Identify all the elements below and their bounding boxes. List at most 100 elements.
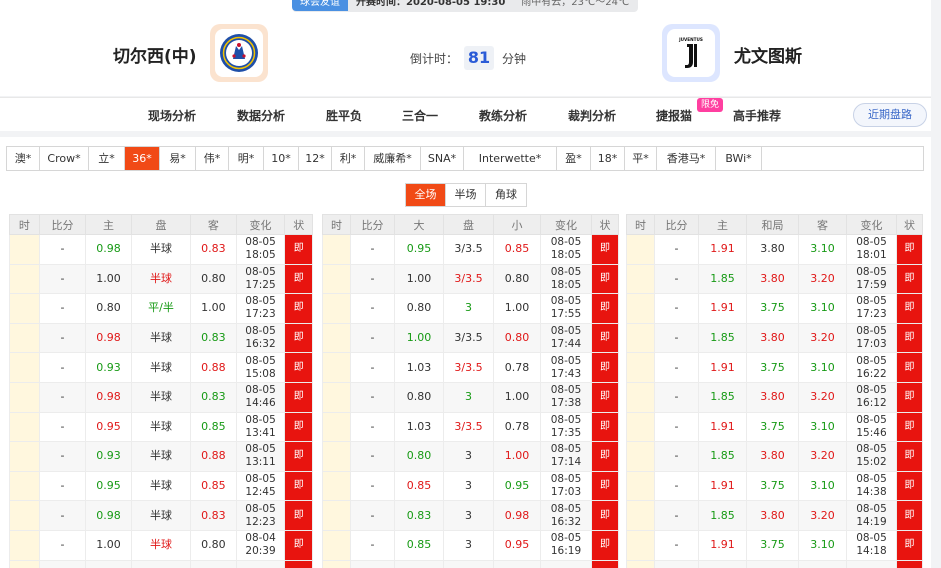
euro-odds-table: 时比分主和局客变化状 -1.91 3.80 3.10 08-05 18:01 即 -1.85 3… bbox=[626, 214, 923, 568]
status-badge[interactable]: 即 bbox=[591, 441, 619, 472]
column-header: 客 bbox=[798, 214, 847, 235]
status-badge[interactable]: 即 bbox=[896, 500, 923, 531]
status-badge[interactable]: 即 bbox=[591, 500, 619, 531]
status-badge[interactable]: 即 bbox=[284, 293, 313, 324]
odds-cell: 3.80 bbox=[746, 322, 799, 354]
status-badge[interactable]: 即 bbox=[896, 441, 923, 472]
status-badge[interactable]: 即 bbox=[284, 411, 313, 443]
table-row: -0.85 3 0.95 08-05 16:19 即 bbox=[322, 529, 619, 561]
bookmaker-tab[interactable]: 香港马* bbox=[657, 147, 716, 170]
bookmaker-tab[interactable]: 12* bbox=[299, 147, 332, 170]
change-time-cell: 08-05 17:43 bbox=[540, 352, 592, 383]
change-time-cell: 08-05 12:45 bbox=[235, 470, 286, 502]
status-badge[interactable]: 即 bbox=[284, 234, 313, 265]
home-team-logo[interactable] bbox=[210, 24, 268, 82]
time-cell bbox=[9, 263, 40, 295]
bookmaker-tab[interactable]: 立* bbox=[89, 147, 125, 170]
nav-referee-analysis[interactable]: 裁判分析 bbox=[568, 107, 616, 124]
bookmaker-tab[interactable]: 威廉希* bbox=[365, 147, 421, 170]
odds-cell: 半球 bbox=[130, 441, 192, 472]
countdown-unit: 分钟 bbox=[502, 51, 527, 66]
status-badge[interactable]: 即 bbox=[896, 322, 923, 354]
time-cell bbox=[9, 352, 40, 383]
nav-expert-picks[interactable]: 高手推荐 bbox=[733, 107, 781, 124]
status-badge[interactable]: 即 bbox=[591, 559, 619, 568]
odds-cell: 3.80 bbox=[746, 234, 799, 265]
column-header: 盘 bbox=[130, 214, 192, 235]
table-row: -0.83 3 0.98 08-05 16:32 即 bbox=[322, 500, 619, 531]
bookmaker-tab[interactable]: 36* bbox=[125, 147, 160, 170]
status-badge[interactable]: 即 bbox=[896, 411, 923, 443]
status-badge[interactable]: 即 bbox=[896, 381, 923, 413]
recent-handicap-button[interactable]: 近期盘路 bbox=[853, 103, 927, 127]
status-badge[interactable]: 即 bbox=[591, 411, 619, 443]
status-badge[interactable]: 即 bbox=[591, 352, 619, 383]
status-badge[interactable]: 即 bbox=[896, 234, 923, 265]
status-badge[interactable]: 即 bbox=[591, 470, 619, 502]
status-badge[interactable]: 即 bbox=[591, 293, 619, 324]
score-cell bbox=[350, 559, 395, 568]
nav-win-draw-loss[interactable]: 胜平负 bbox=[326, 107, 362, 124]
bookmaker-tab[interactable]: 10* bbox=[264, 147, 299, 170]
period-tab[interactable]: 全场 bbox=[406, 184, 446, 206]
bookmaker-tab[interactable]: Crow* bbox=[40, 147, 89, 170]
period-tab[interactable]: 角球 bbox=[486, 184, 526, 206]
league-link[interactable]: 球会友谊 bbox=[292, 0, 348, 11]
change-clock: 17:25 bbox=[245, 278, 276, 291]
bookmaker-tab[interactable]: 易* bbox=[160, 147, 196, 170]
bookmaker-tab[interactable]: Interwette* bbox=[464, 147, 557, 170]
status-badge[interactable]: 即 bbox=[591, 529, 619, 561]
table-row: -0.95 半球 0.85 08-05 13:41 即 bbox=[9, 411, 313, 443]
period-tab[interactable]: 半场 bbox=[446, 184, 486, 206]
status-badge[interactable]: 即 bbox=[591, 234, 619, 265]
odds-cell: 1.00 bbox=[493, 381, 541, 413]
change-date: 08-05 bbox=[550, 354, 582, 367]
bookmaker-tab[interactable]: SNA* bbox=[421, 147, 464, 170]
status-badge[interactable]: 即 bbox=[284, 559, 313, 568]
status-badge[interactable]: 即 bbox=[591, 263, 619, 295]
home-team-name[interactable]: 切尔西(中) bbox=[113, 42, 197, 67]
away-team-logo[interactable]: JUVENTUS bbox=[662, 24, 720, 82]
status-badge[interactable]: 即 bbox=[284, 529, 313, 561]
table-row: -1.00 半球 0.80 08-04 20:39 即 bbox=[9, 529, 313, 561]
status-badge[interactable]: 即 bbox=[896, 263, 923, 295]
status-badge[interactable]: 即 bbox=[591, 381, 619, 413]
status-badge[interactable]: 即 bbox=[284, 500, 313, 531]
status-badge[interactable]: 即 bbox=[284, 263, 313, 295]
nav-data-analysis[interactable]: 数据分析 bbox=[237, 107, 285, 124]
status-badge[interactable]: 即 bbox=[284, 352, 313, 383]
bookmaker-tab[interactable]: 伟* bbox=[196, 147, 229, 170]
change-date: 08-05 bbox=[550, 325, 582, 338]
odds-cell: 3.10 bbox=[798, 293, 847, 324]
status-badge[interactable]: 即 bbox=[284, 441, 313, 472]
table-row: -0.98 半球 0.83 08-05 14:46 即 bbox=[9, 381, 313, 413]
bookmaker-tab[interactable]: 明* bbox=[229, 147, 264, 170]
table-row: -1.85 3.80 3.20 08-05 14:19 即 bbox=[626, 500, 923, 531]
bookmaker-tab[interactable]: 18* bbox=[591, 147, 625, 170]
status-badge[interactable]: 即 bbox=[896, 529, 923, 561]
nav-jiebaomao[interactable]: 捷报猫 bbox=[656, 107, 692, 124]
status-badge[interactable]: 即 bbox=[896, 352, 923, 383]
status-badge[interactable]: 即 bbox=[284, 322, 313, 354]
table-row: -1.91 3.75 3.10 08-05 17:23 即 bbox=[626, 293, 923, 324]
status-badge[interactable]: 即 bbox=[284, 381, 313, 413]
bookmaker-tab[interactable]: BWi* bbox=[716, 147, 762, 170]
odds-cell: 3 bbox=[443, 293, 494, 324]
change-time-cell: 08-05 13:41 bbox=[235, 411, 286, 443]
nav-live-analysis[interactable]: 现场分析 bbox=[148, 107, 196, 124]
odds-cell: 0.80 bbox=[190, 529, 237, 561]
column-header: 变化 bbox=[540, 214, 592, 235]
status-badge[interactable]: 即 bbox=[591, 322, 619, 354]
bookmaker-tab[interactable]: 盈* bbox=[557, 147, 591, 170]
status-badge[interactable]: 即 bbox=[896, 293, 923, 324]
status-badge[interactable]: 即 bbox=[284, 470, 313, 502]
bookmaker-tab[interactable]: 澳* bbox=[7, 147, 40, 170]
status-badge[interactable]: 即 bbox=[896, 559, 923, 568]
bookmaker-tab[interactable]: 利* bbox=[332, 147, 365, 170]
status-badge[interactable]: 即 bbox=[896, 470, 923, 502]
bookmaker-tab[interactable]: 平* bbox=[625, 147, 657, 170]
nav-coach-analysis[interactable]: 教练分析 bbox=[479, 107, 527, 124]
change-date: 08-05 bbox=[856, 532, 887, 545]
away-team-name[interactable]: 尤文图斯 bbox=[734, 42, 802, 67]
nav-three-in-one[interactable]: 三合一 bbox=[402, 107, 438, 124]
